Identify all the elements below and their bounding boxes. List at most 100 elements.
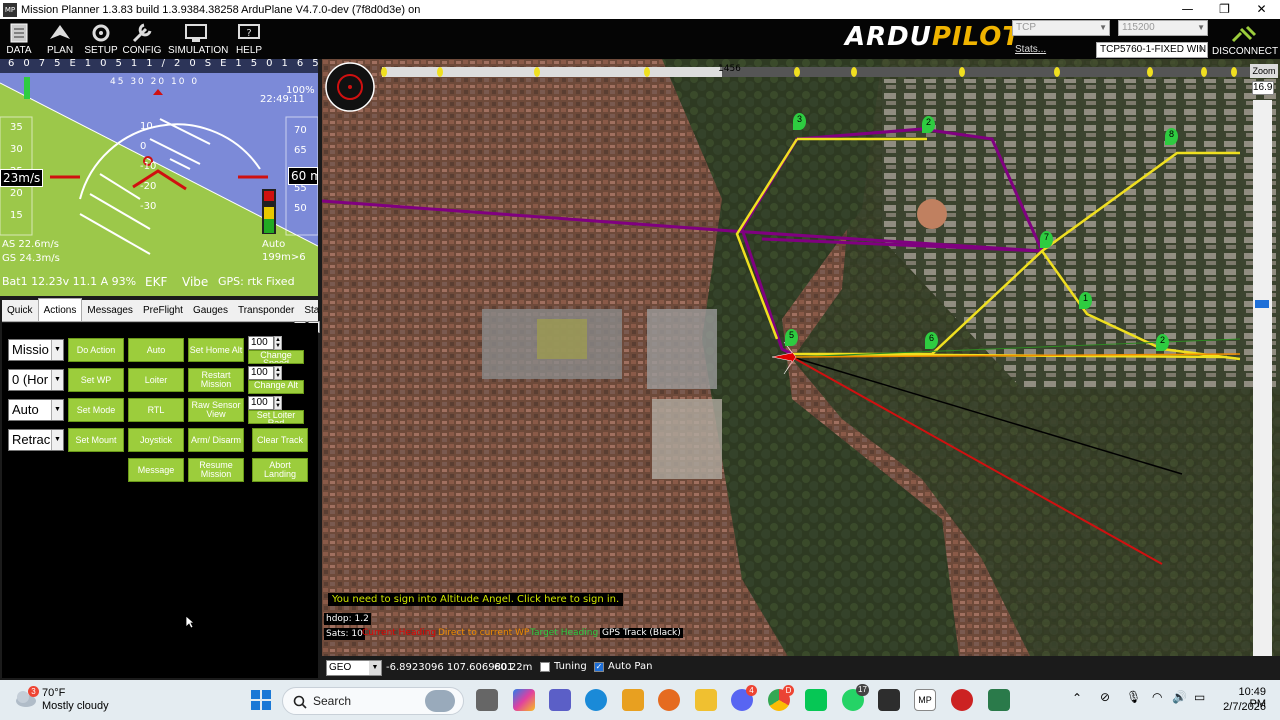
edge-icon[interactable]	[585, 689, 607, 711]
minimize-button[interactable]: —	[1169, 0, 1206, 19]
copilot-icon[interactable]	[513, 689, 535, 711]
arm-disarm-button[interactable]: Arm/ Disarm	[188, 428, 244, 452]
auto-button[interactable]: Auto	[128, 338, 184, 362]
change-alt-button[interactable]: Change Alt	[248, 380, 304, 394]
windows-start-icon[interactable]	[250, 689, 272, 711]
line-icon[interactable]	[805, 689, 827, 711]
wifi-icon[interactable]: ◠	[1152, 690, 1162, 704]
menu-help[interactable]: ? HELP	[226, 21, 272, 56]
firefox-icon[interactable]	[658, 689, 680, 711]
raw-sensor-view-button[interactable]: Raw Sensor View	[188, 398, 244, 422]
sats-readout: Sats: 10	[324, 628, 365, 640]
app-icon[interactable]	[988, 689, 1010, 711]
do-action-button[interactable]: Do Action	[68, 338, 124, 362]
waypoint-marker[interactable]: 2	[1156, 334, 1169, 351]
tab-quick[interactable]: Quick	[2, 300, 38, 321]
ardupilot-logo: ARDUPILOT	[845, 22, 1022, 52]
search-highlight-icon	[425, 690, 455, 712]
resume-mission-button[interactable]: Resume Mission	[188, 458, 244, 482]
file-explorer-icon[interactable]	[695, 689, 717, 711]
mission-action-select[interactable]: Missio ▼	[8, 339, 64, 361]
close-button[interactable]: ✕	[1243, 0, 1280, 19]
loiter-button[interactable]: Loiter	[128, 368, 184, 392]
waypoint-marker[interactable]: 3	[793, 113, 806, 130]
tab-status[interactable]: Sta	[299, 300, 324, 321]
store-icon[interactable]	[622, 689, 644, 711]
vibe-status[interactable]: Vibe	[182, 275, 208, 289]
ekf-status[interactable]: EKF	[145, 275, 167, 289]
alt-value-input[interactable]: 100	[248, 366, 274, 380]
speed-spinner[interactable]: ▲ ▼	[274, 336, 282, 350]
loiter-radius-input[interactable]: 100	[248, 396, 274, 410]
waypoint-marker[interactable]: 8	[1165, 128, 1178, 145]
rtl-button[interactable]: RTL	[128, 398, 184, 422]
tuning-checkbox[interactable]	[540, 662, 550, 672]
tab-messages[interactable]: Messages	[82, 300, 138, 321]
message-button[interactable]: Message	[128, 458, 184, 482]
discord-icon[interactable]: 4	[731, 685, 757, 711]
simulation-icon	[185, 24, 207, 42]
altitude-angel-link[interactable]: You need to sign into Altitude Angel. Cl…	[328, 593, 624, 606]
tab-actions[interactable]: Actions	[37, 298, 83, 321]
recorder-icon[interactable]	[951, 689, 973, 711]
maximize-button[interactable]: ❐	[1206, 0, 1243, 19]
joystick-button[interactable]: Joystick	[128, 428, 184, 452]
clock-date[interactable]: 2/7/2026	[1220, 701, 1266, 713]
menu-simulation[interactable]: SIMULATION	[168, 21, 228, 56]
baud-rate-select[interactable]: 115200 ▼	[1118, 20, 1208, 36]
disconnect-button[interactable]: DISCONNECT	[1212, 23, 1278, 57]
terminal-icon[interactable]	[878, 689, 900, 711]
restart-mission-button[interactable]: Restart Mission	[188, 368, 244, 392]
menu-plan[interactable]: PLAN	[37, 21, 83, 56]
menu-config[interactable]: CONFIG	[119, 21, 165, 56]
abort-landing-button[interactable]: Abort Landing	[252, 458, 308, 482]
tab-gauges[interactable]: Gauges	[188, 300, 233, 321]
mission-planner-taskbar-icon[interactable]: MP	[914, 689, 936, 711]
teams-icon[interactable]	[549, 689, 571, 711]
mount-select[interactable]: Retrac ▼	[8, 429, 64, 451]
change-speed-button[interactable]: Change Speed	[248, 350, 304, 364]
waypoint-marker[interactable]: 7	[1040, 231, 1053, 248]
coord-mode-select[interactable]: GEO ▼	[326, 660, 382, 676]
autopan-checkbox[interactable]: ✓	[594, 662, 604, 672]
weather-widget[interactable]: 3 70°F Mostly cloudy	[14, 686, 114, 714]
flight-map[interactable]: 3 2 5 6 7 8 1 2 1456 Zoom 16.9 You need …	[322, 59, 1280, 680]
weather-temp: 70°F	[42, 687, 66, 699]
waypoint-marker[interactable]: 2	[922, 116, 935, 133]
loiter-radius-spinner[interactable]: ▲ ▼	[274, 396, 282, 410]
set-home-alt-button[interactable]: Set Home Alt	[188, 338, 244, 362]
waypoint-select[interactable]: 0 (Hor ▼	[8, 369, 64, 391]
roll-scale: 45 30 20 10 0	[110, 77, 200, 87]
set-loiter-rad-button[interactable]: Set Loiter Rad	[248, 410, 304, 424]
connection-type-select[interactable]: TCP ▼	[1012, 20, 1110, 36]
network-off-icon[interactable]: ⊘	[1100, 690, 1110, 704]
search-box[interactable]: Search	[282, 687, 464, 715]
map-canvas[interactable]	[322, 59, 1280, 680]
chrome-icon[interactable]: D	[768, 685, 794, 711]
waypoint-marker[interactable]: 5	[785, 329, 798, 346]
waypoint-marker[interactable]: 1	[1079, 292, 1092, 309]
set-wp-button[interactable]: Set WP	[68, 368, 124, 392]
tab-preflight[interactable]: PreFlight	[138, 300, 188, 321]
set-mount-button[interactable]: Set Mount	[68, 428, 124, 452]
mode-select[interactable]: Auto ▼	[8, 399, 64, 421]
battery-icon[interactable]: ▭	[1194, 690, 1205, 704]
speed-value-input[interactable]: 100	[248, 336, 274, 350]
zoom-slider[interactable]	[1253, 100, 1272, 656]
microphone-icon[interactable]: 🎙	[1126, 690, 1141, 704]
waypoint-marker[interactable]: 6	[925, 332, 938, 349]
task-view-icon[interactable]	[476, 689, 498, 711]
menu-data[interactable]: DATA	[0, 21, 42, 56]
hdop-readout: hdop: 1.2	[324, 613, 371, 625]
tab-transponder[interactable]: Transponder	[233, 300, 299, 321]
whatsapp-icon[interactable]: 17	[842, 684, 869, 711]
menu-setup[interactable]: SETUP	[78, 21, 124, 56]
chevron-up-icon[interactable]: ⌃	[1072, 691, 1082, 705]
zoom-value-input[interactable]: 16.9	[1252, 81, 1274, 95]
volume-icon[interactable]: 🔊	[1172, 690, 1187, 704]
set-mode-button[interactable]: Set Mode	[68, 398, 124, 422]
stats-link[interactable]: Stats...	[1015, 44, 1046, 55]
port-select[interactable]: TCP5760-1-FIXED WIN ▼	[1096, 42, 1208, 58]
clear-track-button[interactable]: Clear Track	[252, 428, 308, 452]
alt-spinner[interactable]: ▲ ▼	[274, 366, 282, 380]
